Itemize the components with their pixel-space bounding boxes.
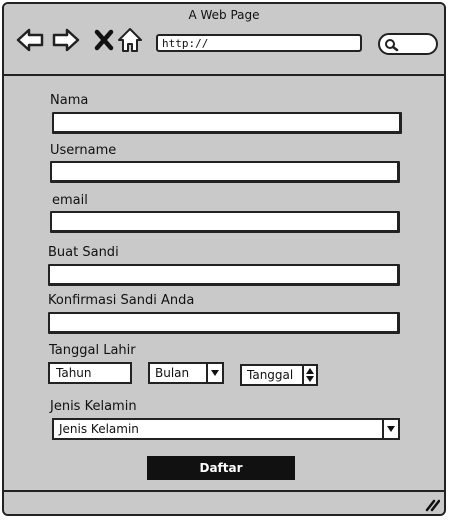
buat-sandi-label: Buat Sandi (48, 245, 119, 260)
chevron-down-icon[interactable] (382, 420, 398, 438)
browser-window: A Web Page http:// Nama Username email B… (2, 2, 446, 516)
url-input[interactable]: http:// (156, 34, 362, 52)
username-label: Username (50, 143, 117, 158)
status-bar (4, 490, 444, 514)
tanggal-stepper-value: Tanggal (247, 368, 294, 382)
forward-arrow-icon[interactable] (52, 26, 80, 54)
chevron-down-icon[interactable] (206, 364, 222, 382)
close-x-icon[interactable] (90, 26, 118, 54)
email-input[interactable] (50, 211, 400, 233)
browser-toolbar: A Web Page http:// (4, 4, 444, 76)
window-title: A Web Page (188, 8, 260, 22)
tanggal-lahir-label: Tanggal Lahir (49, 343, 136, 358)
tahun-input[interactable]: Tahun (48, 362, 132, 384)
jenis-kelamin-select-value: Jenis Kelamin (59, 422, 139, 436)
konfirmasi-sandi-label: Konfirmasi Sandi Anda (48, 293, 195, 308)
stepper-arrows-icon[interactable] (302, 366, 316, 384)
back-arrow-icon[interactable] (16, 26, 44, 54)
buat-sandi-input[interactable] (48, 264, 400, 286)
bulan-select[interactable]: Bulan (148, 362, 224, 384)
email-label: email (52, 193, 88, 208)
tanggal-stepper[interactable]: Tanggal (240, 364, 318, 386)
nama-input[interactable] (52, 112, 402, 134)
username-input[interactable] (50, 161, 400, 183)
search-field[interactable] (378, 33, 438, 55)
daftar-button[interactable]: Daftar (147, 456, 295, 480)
resize-grip-icon[interactable] (424, 498, 440, 512)
jenis-kelamin-select[interactable]: Jenis Kelamin (52, 418, 400, 440)
jenis-kelamin-label: Jenis Kelamin (50, 399, 137, 414)
konfirmasi-sandi-input[interactable] (48, 312, 400, 334)
bulan-select-value: Bulan (155, 366, 190, 380)
home-icon[interactable] (116, 26, 144, 54)
nama-label: Nama (50, 93, 89, 108)
search-icon (385, 39, 399, 52)
